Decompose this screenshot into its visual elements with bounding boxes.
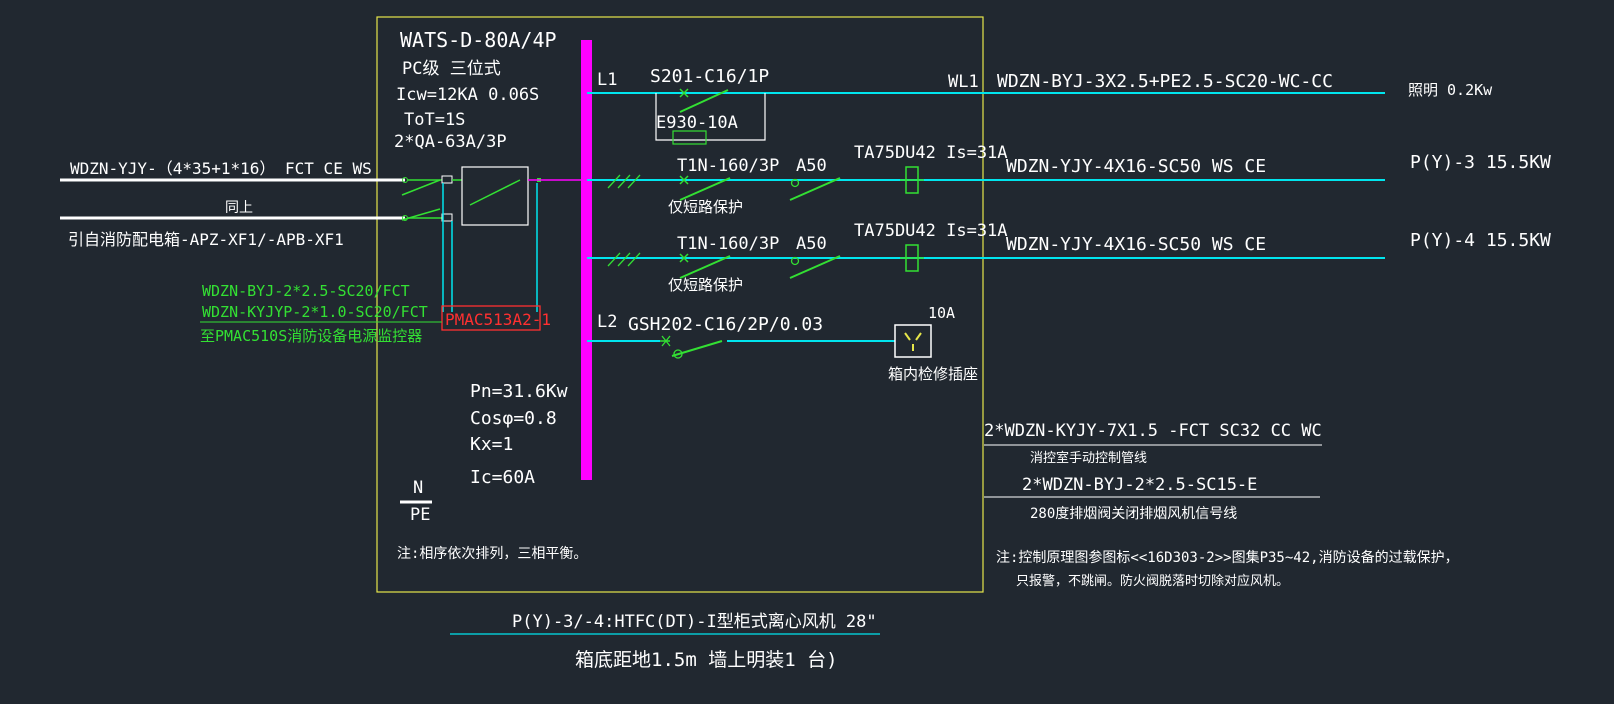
- panel-class: PC级 三位式: [402, 59, 501, 79]
- note-right-2: 只报警，不跳闸。防火阀脱落时切除对应风机。: [1016, 573, 1289, 589]
- ground-pe: PE: [410, 505, 430, 525]
- fan3-protection: 仅短路保护: [668, 198, 743, 216]
- fan4-protection: 仅短路保护: [668, 276, 743, 294]
- lighting-load: 照明 0.2Kw: [1408, 81, 1493, 99]
- fan4-cable: WDZN-YJY-4X16-SC50 WS CE: [1006, 234, 1266, 255]
- lighting-accessory: E930-10A: [656, 113, 738, 133]
- monitor-cable-1: WDZN-BYJ-2*2.5-SC20/FCT: [202, 282, 410, 300]
- incoming-source: 引自消防配电箱-APZ-XF1/-APB-XF1: [68, 230, 344, 249]
- fan4-breaker: T1N-160/3P: [677, 234, 779, 254]
- background: [0, 0, 1614, 704]
- control-cable-1: 2*WDZN-KYJY-7X1.5 -FCT SC32 CC WC: [984, 421, 1322, 441]
- busbar: [581, 40, 592, 480]
- panel-tot: ToT=1S: [404, 110, 465, 130]
- footer-line-2: 箱底距地1.5m 墙上明装1 台): [575, 649, 838, 671]
- param-pn: Pn=31.6Kw: [470, 381, 568, 402]
- fan3-cable: WDZN-YJY-4X16-SC50 WS CE: [1006, 156, 1266, 177]
- panel-model: WATS-D-80A/4P: [400, 28, 557, 52]
- param-ic: Ic=60A: [470, 467, 535, 488]
- fan4-contactor: A50: [796, 234, 827, 254]
- wiring-diagram: WATS-D-80A/4P PC级 三位式 Icw=12KA 0.06S ToT…: [0, 0, 1614, 704]
- note-left: 注:相序依次排列，三相平衡。: [397, 546, 587, 562]
- fan4-load: P(Y)-4 15.5KW: [1410, 230, 1551, 251]
- bus-l1-label: L1: [597, 70, 617, 90]
- monitor-module-label: PMAC513A2-1: [445, 310, 551, 329]
- control-desc-1: 消控室手动控制管线: [1030, 450, 1147, 466]
- monitor-cable-2: WDZN-KYJYP-2*1.0-SC20/FCT: [202, 303, 428, 321]
- panel-qa: 2*QA-63A/3P: [394, 132, 507, 152]
- fan3-relay: TA75DU42 Is=31A: [854, 143, 1008, 163]
- bus-l2-label: L2: [597, 312, 617, 332]
- incoming-cable: WDZN-YJY-（4*35+1*16） FCT CE WS: [70, 159, 372, 178]
- fan4-relay: TA75DU42 Is=31A: [854, 221, 1008, 241]
- monitor-target: 至PMAC510S消防设备电源监控器: [200, 327, 422, 345]
- footer-line-1: P(Y)-3/-4:HTFC(DT)-I型柜式离心风机 28": [512, 612, 877, 632]
- param-kx: Kx=1: [470, 434, 513, 455]
- lighting-label: WL1: [948, 72, 979, 92]
- fan3-contactor: A50: [796, 156, 827, 176]
- lighting-cable: WDZN-BYJ-3X2.5+PE2.5-SC20-WC-CC: [997, 71, 1333, 92]
- socket-rating: 10A: [928, 304, 955, 322]
- note-right-1: 注:控制原理图参图标<<16D303-2>>图集P35~42,消防设备的过载保护…: [996, 549, 1459, 566]
- fan3-load: P(Y)-3 15.5KW: [1410, 152, 1551, 173]
- lighting-breaker: S201-C16/1P: [650, 66, 769, 87]
- socket-breaker: GSH202-C16/2P/0.03: [628, 314, 823, 335]
- fan3-breaker: T1N-160/3P: [677, 156, 779, 176]
- panel-icw: Icw=12KA 0.06S: [396, 85, 539, 105]
- control-desc-2: 280度排烟阀关闭排烟风机信号线: [1030, 506, 1237, 522]
- param-cos: Cosφ=0.8: [470, 408, 557, 429]
- control-cable-2: 2*WDZN-BYJ-2*2.5-SC15-E: [1022, 475, 1257, 495]
- socket-label: 箱内检修插座: [888, 365, 978, 383]
- incoming-same: 同上: [225, 200, 253, 216]
- ground-n: N: [413, 478, 423, 498]
